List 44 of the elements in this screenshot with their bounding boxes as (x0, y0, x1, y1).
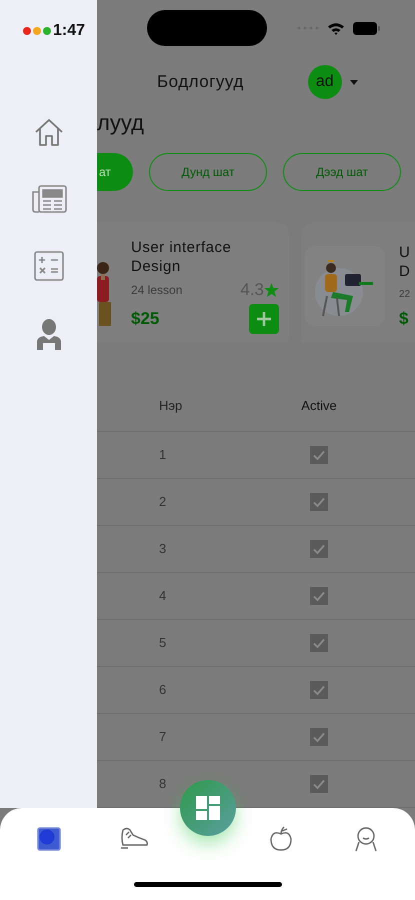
window-controls-icon (22, 26, 52, 36)
status-time: 1:47 (53, 22, 86, 40)
column-header: Нэр (159, 398, 184, 414)
calculator-icon[interactable] (34, 251, 64, 281)
add-button[interactable] (249, 304, 279, 334)
checkbox[interactable] (310, 540, 328, 558)
apple-icon[interactable] (268, 826, 292, 852)
table-cell-text: 6 (159, 682, 168, 698)
star-icon (264, 282, 279, 297)
checkbox[interactable] (310, 492, 328, 511)
checkbox[interactable] (310, 634, 328, 652)
checkbox[interactable] (310, 586, 328, 605)
person-icon[interactable] (34, 318, 62, 352)
checkbox[interactable] (310, 728, 328, 746)
course-price: $ (399, 308, 408, 329)
table-cell-text: 5 (159, 635, 168, 650)
checkbox[interactable] (310, 680, 328, 699)
newspaper-icon[interactable] (30, 184, 66, 214)
lesson-count: 22 (399, 289, 410, 300)
course-title: U D (399, 242, 412, 281)
caret-icon[interactable] (350, 80, 358, 85)
avatar-button[interactable]: ad (308, 65, 342, 100)
lesson-count: 24 lesson (131, 282, 182, 297)
grid-icon (196, 796, 220, 820)
battery-icon (353, 22, 380, 35)
table-cell-text: 8 (159, 776, 168, 792)
wifi-icon (327, 22, 345, 35)
table-cell-text: 3 (159, 541, 168, 556)
table-cell-text: 2 (159, 494, 168, 510)
profile-icon[interactable] (354, 826, 378, 852)
checkbox[interactable] (310, 446, 328, 464)
sneaker-icon[interactable] (118, 826, 148, 850)
book-icon[interactable] (36, 826, 62, 852)
section-title: лууд (97, 110, 145, 138)
filter-chip[interactable]: ат (97, 152, 133, 191)
table-cell-text: 4 (159, 588, 168, 604)
course-title: User interface Design (131, 238, 232, 276)
page-title: Бодлогууд (157, 72, 244, 92)
table-cell-text: 7 (159, 729, 168, 744)
column-header: Active (300, 398, 338, 414)
home-icon[interactable] (32, 117, 64, 147)
checkbox[interactable] (310, 774, 328, 793)
course-price: $25 (131, 308, 160, 329)
table-cell-text: 1 (159, 447, 168, 462)
